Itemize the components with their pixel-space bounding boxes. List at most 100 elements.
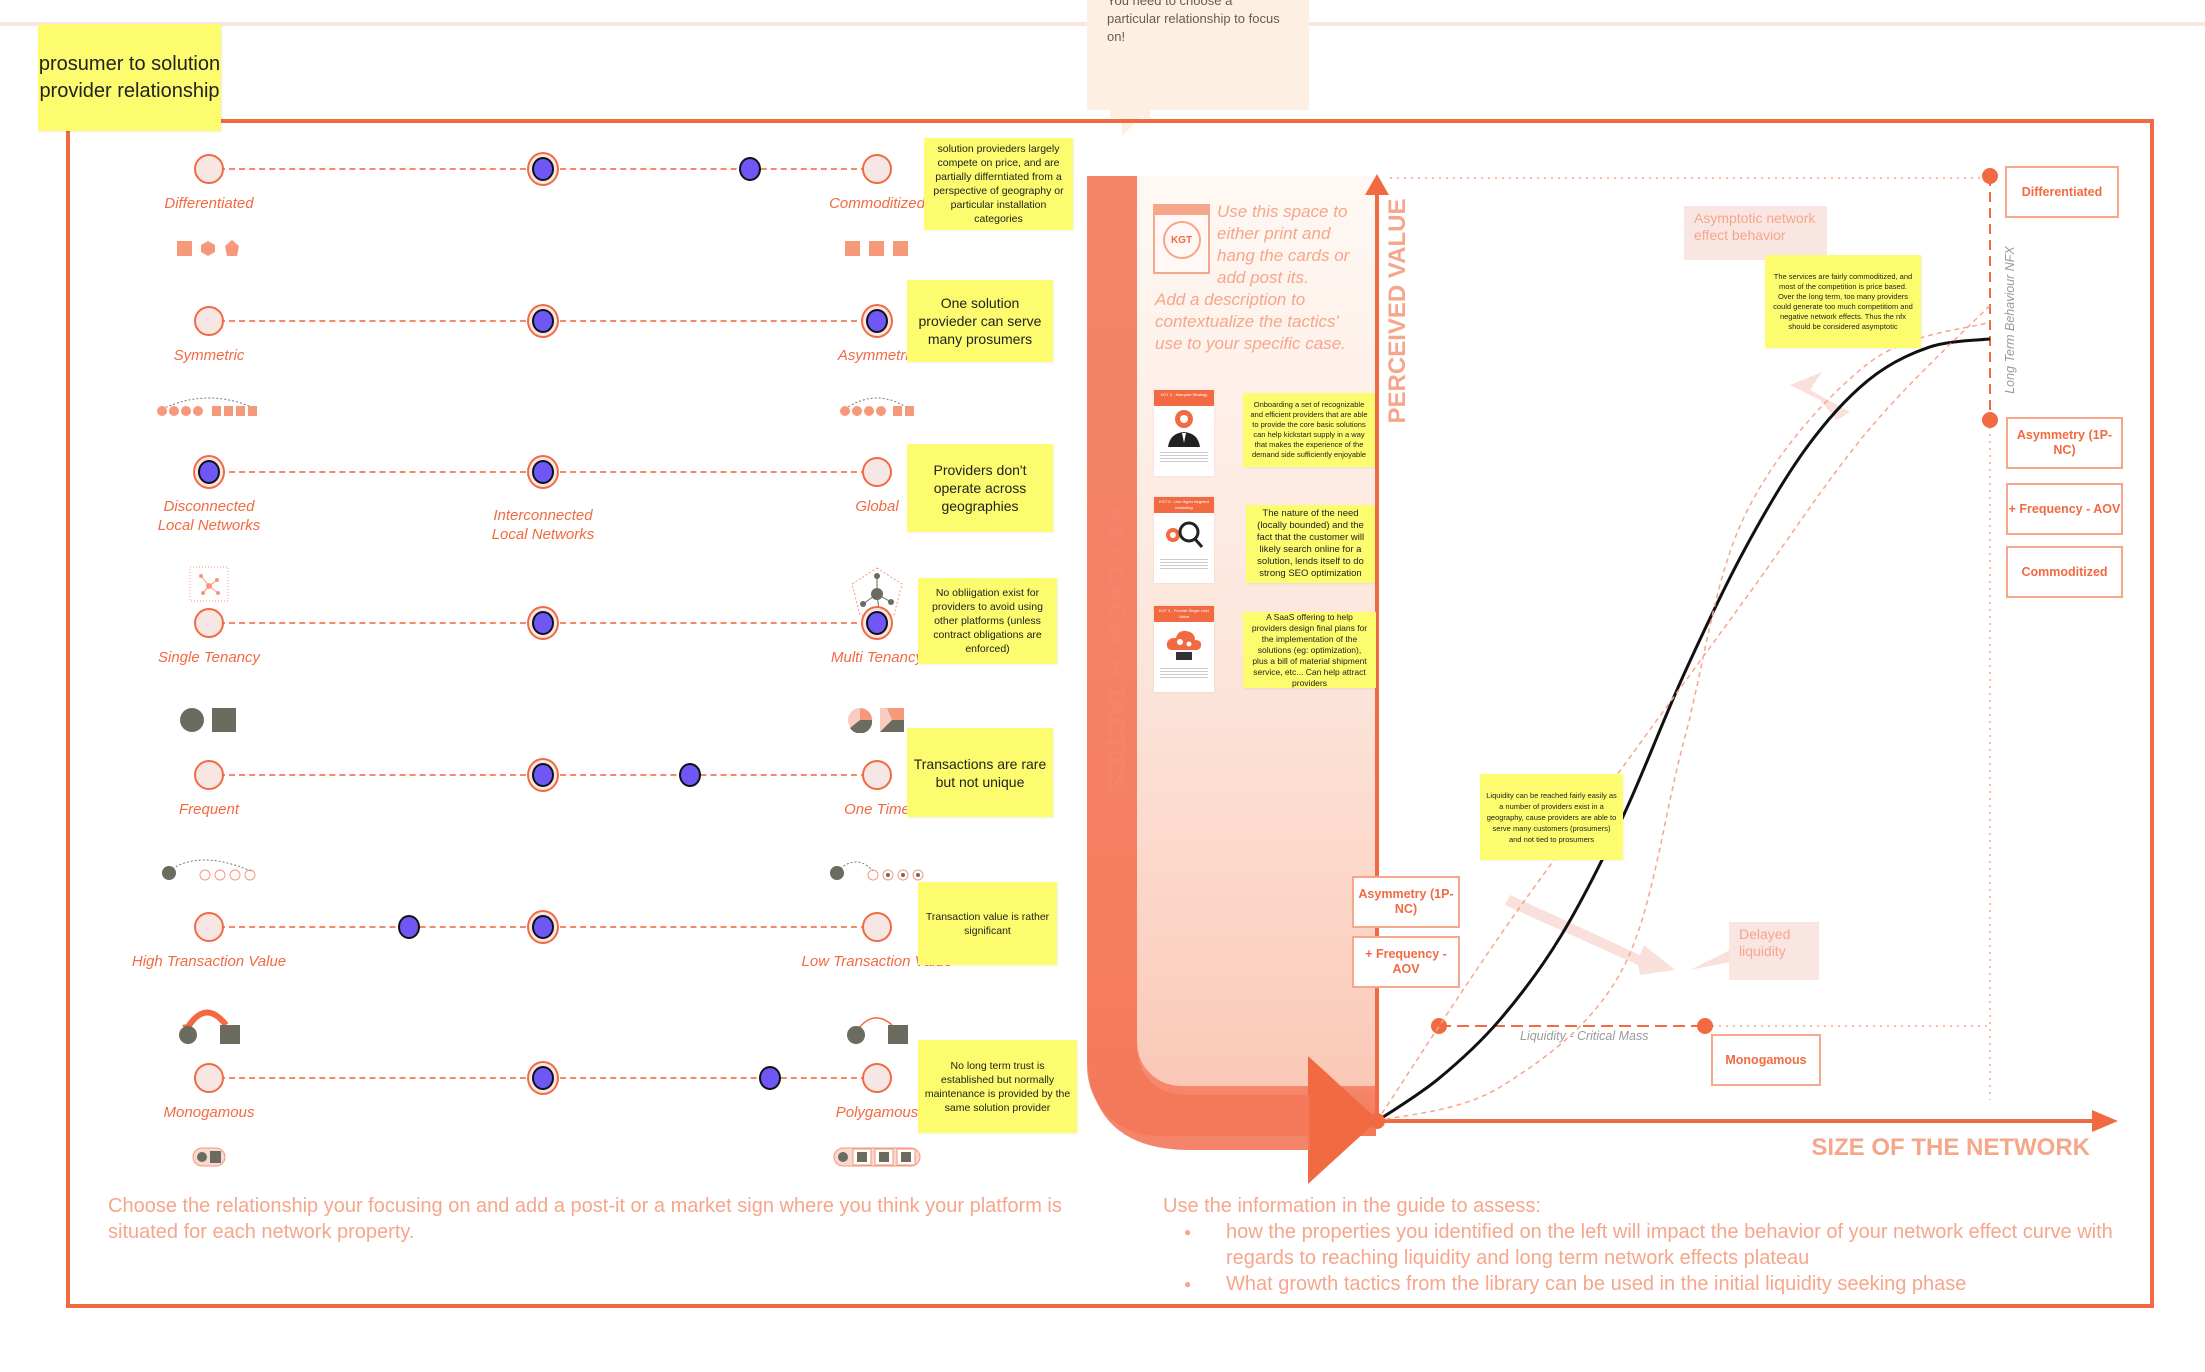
- growth-instruction-line: hang the cards or: [1217, 246, 1350, 265]
- tactic-note[interactable]: A SaaS offering to help providers design…: [1243, 612, 1376, 688]
- tactic-card[interactable]: KGT 3 - Provide Single User Value: [1154, 606, 1214, 692]
- scale-endpoint[interactable]: [862, 760, 892, 790]
- growth-instruction-line: Use this space to: [1217, 202, 1348, 221]
- tactic-note-text: A SaaS offering to help providers design…: [1251, 611, 1368, 688]
- left-box-asymmetry[interactable]: Asymmetry (1P-NC): [1352, 876, 1460, 928]
- position-marker[interactable]: [866, 309, 888, 333]
- commoditized-shapes-icon: [843, 239, 911, 262]
- tactic-card-fine-print: [1160, 559, 1208, 571]
- property-note[interactable]: No obliigation exist for providers to av…: [918, 578, 1057, 664]
- scale-endpoint[interactable]: [194, 608, 224, 638]
- property-note[interactable]: Providers don't operate across geographi…: [907, 444, 1053, 532]
- scale-endpoint[interactable]: [194, 760, 224, 790]
- search-gear-icon: [1154, 513, 1214, 557]
- scale-endpoint[interactable]: [194, 912, 224, 942]
- scale-endpoint[interactable]: [194, 1063, 224, 1093]
- right-instructions-list: how the properties you identified on the…: [1163, 1219, 2113, 1297]
- right-box-asymmetry[interactable]: Asymmetry (1P-NC): [2006, 417, 2123, 469]
- relationship-title-sticky[interactable]: prosumer to solution provider relationsh…: [38, 24, 221, 131]
- right-pole-label: Multi Tenancy: [831, 649, 923, 666]
- left-pole-label: Symmetric: [173, 347, 245, 364]
- left-instructions: Choose the relationship your focusing on…: [108, 1195, 1062, 1243]
- focus-callout: You need to choose a particular relation…: [1087, 0, 1309, 110]
- right-pole-label: One Time: [844, 801, 910, 818]
- tactic-card-title: KGT 2 - Marquee Strategy: [1154, 390, 1214, 406]
- scale-endpoint[interactable]: [862, 912, 892, 942]
- position-marker[interactable]: [532, 915, 554, 939]
- scale-endpoint[interactable]: [194, 154, 224, 184]
- position-marker[interactable]: [398, 915, 421, 939]
- y-axis-label-text: PERCEIVED VALUE: [1384, 198, 1411, 424]
- position-marker[interactable]: [532, 611, 554, 635]
- middle-pole-label: Interconnected Local Networks: [491, 507, 595, 543]
- growth-instruction-line: contextualize the tactics': [1155, 312, 1339, 331]
- right-instructions-intro: Use the information in the guide to asse…: [1163, 1195, 1541, 1217]
- right-pole-label: Polygamous: [835, 1104, 919, 1121]
- asymptotic-label: Asymptotic network effect behavior: [1684, 206, 1827, 260]
- instruction-bullet: how the properties you identified on the…: [1184, 1219, 2113, 1271]
- property-note[interactable]: Transactions are rare but not unique: [907, 728, 1053, 817]
- right-box-commoditized[interactable]: Commoditized: [2006, 546, 2123, 598]
- right-box-frequency[interactable]: + Frequency - AOV: [2006, 483, 2123, 535]
- left-pole-label: Frequent: [178, 801, 240, 818]
- liquidity-note-text: Liquidity can be reached fairly easily a…: [1486, 790, 1617, 844]
- right-pole-label: Asymmetric: [837, 347, 917, 364]
- property-note-text: No long term trust is established but no…: [924, 1059, 1071, 1114]
- position-marker[interactable]: [532, 157, 554, 181]
- right-box-differentiated[interactable]: Differentiated: [2005, 166, 2119, 218]
- position-marker[interactable]: [532, 1066, 554, 1090]
- callout-text: You need to choose a particular relation…: [1107, 0, 1280, 44]
- tactic-card[interactable]: KGT 2 - Marquee Strategy: [1154, 390, 1214, 476]
- position-marker[interactable]: [739, 157, 762, 181]
- position-marker[interactable]: [866, 611, 888, 635]
- property-note[interactable]: No long term trust is established but no…: [918, 1040, 1077, 1133]
- property-note-text: Transaction value is rather significant: [925, 910, 1050, 937]
- tactic-note-text: Onboarding a set of recognizable and eff…: [1250, 400, 1368, 459]
- property-note[interactable]: solution provieders largely compete on p…: [924, 138, 1073, 230]
- scale-endpoint[interactable]: [862, 154, 892, 184]
- y-axis-label: PERCEIVED VALUE: [1380, 196, 1416, 426]
- property-note-text: solution provieders largely compete on p…: [933, 143, 1064, 225]
- left-pole-label: Monogamous: [163, 1104, 255, 1121]
- property-note-text: Providers don't operate across geographi…: [933, 462, 1027, 514]
- multi-tenancy-icon: [847, 707, 907, 738]
- high-value-icon: [176, 1005, 242, 1050]
- asymptotic-note[interactable]: The services are fairly commoditized, an…: [1765, 255, 1921, 348]
- relationship-title: prosumer to solution provider relationsh…: [38, 52, 221, 102]
- one-time-transaction-icon: [827, 853, 927, 888]
- position-marker[interactable]: [198, 460, 220, 484]
- bottom-box-monogamous[interactable]: Monogamous: [1711, 1034, 1821, 1086]
- position-marker[interactable]: [678, 763, 701, 787]
- asymptotic-note-text: The services are fairly commoditized, an…: [1773, 271, 1913, 331]
- property-note[interactable]: Transaction value is rather significant: [918, 882, 1057, 965]
- frequent-transactions-icon: [159, 853, 259, 888]
- left-pole-label: Differentiated: [164, 195, 254, 212]
- growth-instruction-line: Add a description to: [1155, 290, 1306, 309]
- right-pole-label: Global: [855, 498, 899, 515]
- tactic-card[interactable]: KGT 6 - Use Hyper targeted marketing: [1154, 497, 1214, 583]
- left-box-frequency[interactable]: + Frequency - AOV: [1352, 936, 1460, 988]
- tactic-note[interactable]: The nature of the need (locally bounded)…: [1246, 505, 1375, 583]
- instruction-bullet: What growth tactics from the library can…: [1184, 1271, 2113, 1297]
- scale-endpoint[interactable]: [862, 457, 892, 487]
- position-marker[interactable]: [759, 1066, 782, 1090]
- critical-mass-label: Liquidity - Critical Mass: [1520, 1029, 1649, 1043]
- left-pole-label: High Transaction Value: [131, 953, 287, 970]
- growth-tactics-label-text: KEY GROWTH TACTICS: [1102, 508, 1129, 792]
- tactic-note[interactable]: Onboarding a set of recognizable and eff…: [1243, 393, 1375, 467]
- low-value-icon: [844, 1005, 910, 1050]
- scale-endpoint[interactable]: [862, 1063, 892, 1093]
- long-term-label: Long Term Behaviour NFX: [2000, 240, 2020, 400]
- position-marker[interactable]: [532, 460, 554, 484]
- tactic-card-title: KGT 6 - Use Hyper targeted marketing: [1154, 497, 1214, 513]
- growth-tactics-label: KEY GROWTH TACTICS: [1095, 500, 1135, 800]
- growth-instruction-line: either print and: [1217, 224, 1331, 243]
- property-note-text: Transactions are rare but not unique: [913, 755, 1047, 790]
- property-note[interactable]: One solution provieder can serve many pr…: [907, 280, 1053, 362]
- liquidity-note[interactable]: Liquidity can be reached fairly easily a…: [1480, 774, 1623, 860]
- scale-endpoint[interactable]: [194, 306, 224, 336]
- polygamous-icon: [833, 1147, 921, 1172]
- position-marker[interactable]: [532, 309, 554, 333]
- property-note-text: One solution provieder can serve many pr…: [918, 295, 1042, 347]
- position-marker[interactable]: [532, 763, 554, 787]
